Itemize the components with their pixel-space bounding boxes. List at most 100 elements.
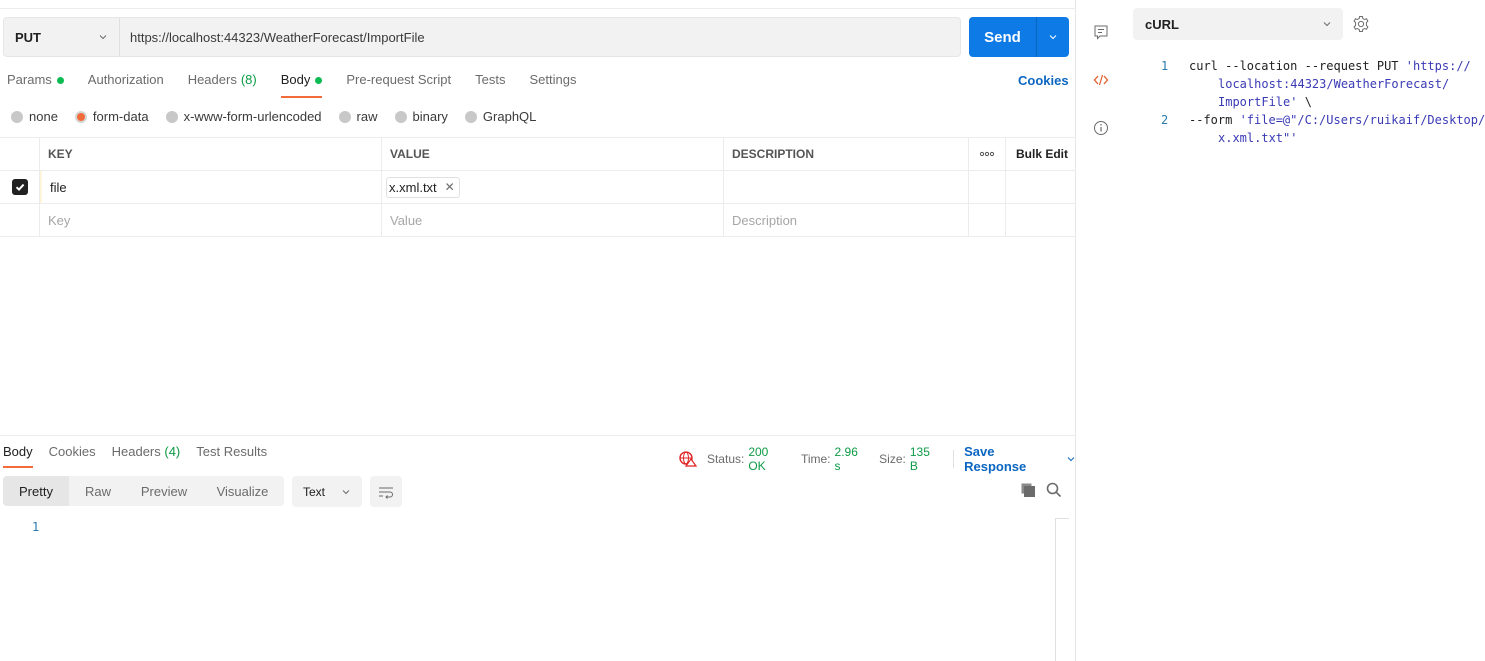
row-enabled-checkbox[interactable] (11, 179, 28, 195)
response-scrollbar[interactable] (1055, 518, 1069, 661)
send-options-button[interactable] (1037, 17, 1069, 57)
tab-settings[interactable]: Settings (529, 72, 576, 98)
code-line-wrap: x.xml.txt"' (1155, 129, 1485, 147)
radio-none[interactable]: none (11, 109, 58, 124)
response-tab-cookies[interactable]: Cookies (49, 444, 96, 468)
tab-label: Body (280, 72, 311, 87)
method-label: PUT (15, 29, 41, 45)
code-string: ImportFile' (1218, 95, 1298, 109)
time-value[interactable]: 2.96 s (835, 445, 868, 473)
description-input[interactable] (724, 171, 969, 203)
body-type-radios: none form-data x-www-form-urlencoded raw… (11, 109, 553, 124)
code-icon[interactable] (1093, 72, 1109, 88)
comments-icon[interactable] (1093, 24, 1109, 40)
tab-pre-request-script[interactable]: Pre-request Script (346, 72, 451, 98)
info-icon[interactable] (1093, 120, 1109, 136)
code-string: localhost:44323/WeatherForecast/ (1218, 77, 1450, 91)
response-headers-count: (4) (164, 444, 181, 459)
table-row-new: Key Value Description (0, 204, 1076, 237)
radio-circle (338, 110, 351, 123)
divider (0, 8, 1076, 9)
indicator-dot (56, 77, 64, 84)
file-name: x.xml.txt (389, 179, 437, 195)
chevron-down-icon (99, 35, 107, 40)
method-select[interactable]: PUT (4, 18, 120, 56)
response-tab-body[interactable]: Body (3, 444, 33, 468)
radio-label: binary (412, 109, 448, 124)
request-pane: PUT https://localhost:44323/WeatherForec… (0, 0, 1076, 661)
radio-x-www-form-urlencoded[interactable]: x-www-form-urlencoded (165, 109, 322, 124)
header-value: VALUE (382, 138, 724, 170)
save-response-label: Save Response (964, 444, 1027, 474)
radio-label: form-data (92, 109, 149, 124)
empty-check-cell (0, 204, 40, 236)
radio-circle (464, 110, 477, 123)
language-label: cURL (1145, 16, 1179, 32)
chevron-down-icon (342, 489, 350, 494)
new-key-input[interactable]: Key (40, 204, 382, 236)
search-icon[interactable] (1046, 482, 1062, 498)
send-button[interactable]: Send (969, 17, 1037, 57)
key-input[interactable]: file (40, 171, 382, 203)
response-divider[interactable] (0, 435, 1076, 436)
headers-count: (8) (240, 72, 257, 87)
code-string: x.xml.txt"' (1218, 131, 1298, 145)
tab-headers[interactable]: Headers (8) (188, 72, 257, 98)
bulk-edit-button[interactable]: Bulk Edit (1006, 138, 1076, 170)
code-gutter (1155, 75, 1189, 93)
size-value[interactable]: 135 B (910, 445, 941, 473)
code-line: 2 --form 'file=@"/C:/Users/ruikaif/Deskt… (1155, 111, 1485, 129)
format-select[interactable]: Text (292, 476, 362, 507)
copy-icon[interactable] (1020, 482, 1036, 498)
response-meta: Status: 200 OK Time: 2.96 s Size: 135 B Sav… (679, 444, 1075, 474)
view-preview[interactable]: Preview (127, 476, 201, 506)
code-command: --form (1189, 113, 1240, 127)
radio-circle-selected (74, 110, 87, 123)
view-pretty[interactable]: Pretty (3, 476, 69, 506)
postman-window: PUT https://localhost:44323/WeatherForec… (0, 0, 1485, 661)
header-description: DESCRIPTION (724, 138, 969, 170)
cookies-link[interactable]: Cookies (1018, 73, 1069, 88)
radio-raw[interactable]: raw (338, 109, 378, 124)
more-options-button[interactable] (969, 138, 1006, 170)
url-input[interactable]: https://localhost:44323/WeatherForecast/… (120, 30, 425, 45)
radio-circle (11, 110, 23, 123)
new-description-input[interactable]: Description (724, 204, 969, 236)
radio-graphql[interactable]: GraphQL (464, 109, 536, 124)
code-gutter (1155, 129, 1189, 147)
response-tab-test-results[interactable]: Test Results (196, 444, 267, 468)
size-label: Size: (879, 452, 906, 466)
empty-cell (969, 204, 1006, 236)
network-warning-icon[interactable] (679, 451, 697, 467)
response-actions (1020, 482, 1062, 498)
tab-body[interactable]: Body (280, 72, 323, 98)
view-raw[interactable]: Raw (69, 476, 127, 506)
radio-binary[interactable]: binary (394, 109, 448, 124)
tab-tests[interactable]: Tests (475, 72, 505, 98)
radio-form-data[interactable]: form-data (74, 109, 149, 124)
remove-file-icon[interactable]: ✕ (445, 180, 455, 194)
tab-authorization[interactable]: Authorization (88, 72, 164, 98)
code-command: curl --location --request PUT (1189, 59, 1406, 73)
response-tab-headers[interactable]: Headers (4) (112, 444, 181, 468)
status-value[interactable]: 200 OK (748, 445, 789, 473)
tab-label: Pre-request Script (346, 72, 452, 87)
tab-label: Tests (475, 72, 506, 87)
tab-label: Headers (111, 444, 161, 459)
view-visualize[interactable]: Visualize (201, 476, 284, 506)
gear-icon[interactable] (1352, 15, 1370, 33)
code-line: 1 curl --location --request PUT 'https:/… (1155, 57, 1485, 75)
divider (953, 450, 955, 468)
tab-params[interactable]: Params (7, 72, 64, 98)
language-select[interactable]: cURL (1133, 8, 1343, 40)
url-bar: PUT https://localhost:44323/WeatherForec… (3, 17, 961, 57)
code-text: curl --location --request PUT 'https:// (1189, 57, 1471, 75)
wrap-lines-button[interactable] (370, 476, 402, 507)
indicator-dot (315, 77, 323, 84)
save-response-button[interactable]: Save Response (964, 444, 1075, 474)
new-value-input[interactable]: Value (382, 204, 724, 236)
empty-cell (969, 171, 1006, 203)
code-line-wrap: localhost:44323/WeatherForecast/ (1155, 75, 1485, 93)
header-key: KEY (40, 138, 382, 170)
header-check-cell (0, 138, 40, 170)
